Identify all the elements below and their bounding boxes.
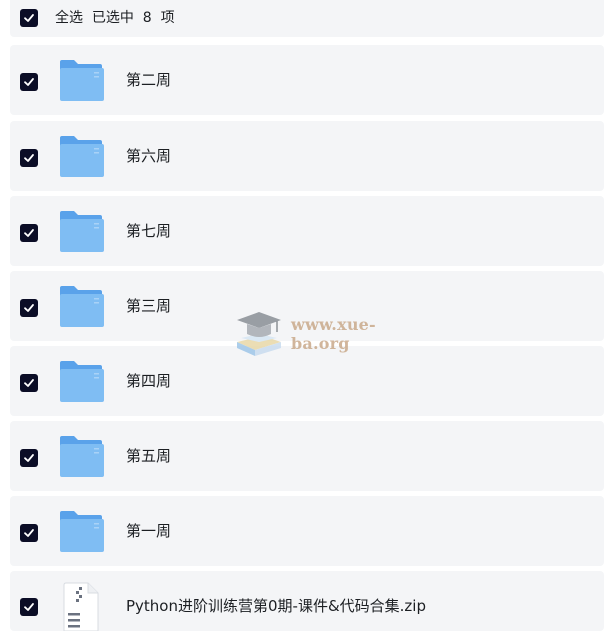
item-name: 第二周 xyxy=(126,71,172,89)
list-item-folder[interactable]: 第一周 xyxy=(10,496,604,566)
check-icon xyxy=(24,529,34,537)
item-name: 第七周 xyxy=(126,222,172,240)
list-item-folder[interactable]: 第五周 xyxy=(10,421,604,491)
selection-summary: 全选 已选中 8 项 xyxy=(55,10,175,26)
check-icon xyxy=(24,154,34,162)
check-icon xyxy=(24,229,34,237)
folder-icon xyxy=(60,361,104,402)
item-name: 第六周 xyxy=(126,147,172,165)
item-checkbox[interactable] xyxy=(20,598,38,616)
item-name: Python进阶训练营第0期-课件&代码合集.zip xyxy=(126,597,426,615)
file-list-page: 全选 已选中 8 项 第二周 第六周 第七周 第三周 第四周 第五周 第一周 P… xyxy=(0,0,604,631)
item-name: 第一周 xyxy=(126,522,172,540)
check-icon xyxy=(24,304,34,312)
folder-icon xyxy=(60,60,104,101)
item-checkbox[interactable] xyxy=(20,374,38,392)
select-all-checkbox[interactable] xyxy=(20,9,38,27)
check-icon xyxy=(24,603,34,611)
watermark-text: www.xue-ba.org xyxy=(291,315,376,353)
zip-file-icon xyxy=(63,582,99,631)
folder-icon xyxy=(60,511,104,552)
item-name: 第五周 xyxy=(126,447,172,465)
item-name: 第三周 xyxy=(126,297,172,315)
item-checkbox[interactable] xyxy=(20,149,38,167)
list-item-zip[interactable]: Python进阶训练营第0期-课件&代码合集.zip xyxy=(10,571,604,631)
check-icon xyxy=(24,454,34,462)
check-icon xyxy=(24,379,34,387)
watermark: www.xue-ba.org xyxy=(233,308,433,360)
item-checkbox[interactable] xyxy=(20,224,38,242)
folder-icon xyxy=(60,286,104,327)
select-all-bar: 全选 已选中 8 项 xyxy=(10,0,604,37)
folder-icon xyxy=(60,211,104,252)
check-icon xyxy=(24,78,34,86)
item-checkbox[interactable] xyxy=(20,449,38,467)
folder-icon xyxy=(60,436,104,477)
list-item-folder[interactable]: 第六周 xyxy=(10,121,604,191)
item-name: 第四周 xyxy=(126,372,172,390)
list-item-folder[interactable]: 第七周 xyxy=(10,196,604,266)
folder-icon xyxy=(60,136,104,177)
item-checkbox[interactable] xyxy=(20,299,38,317)
list-item-folder[interactable]: 第二周 xyxy=(10,45,604,115)
check-icon xyxy=(24,14,34,22)
item-checkbox[interactable] xyxy=(20,73,38,91)
item-checkbox[interactable] xyxy=(20,524,38,542)
graduation-cap-icon xyxy=(237,312,281,356)
